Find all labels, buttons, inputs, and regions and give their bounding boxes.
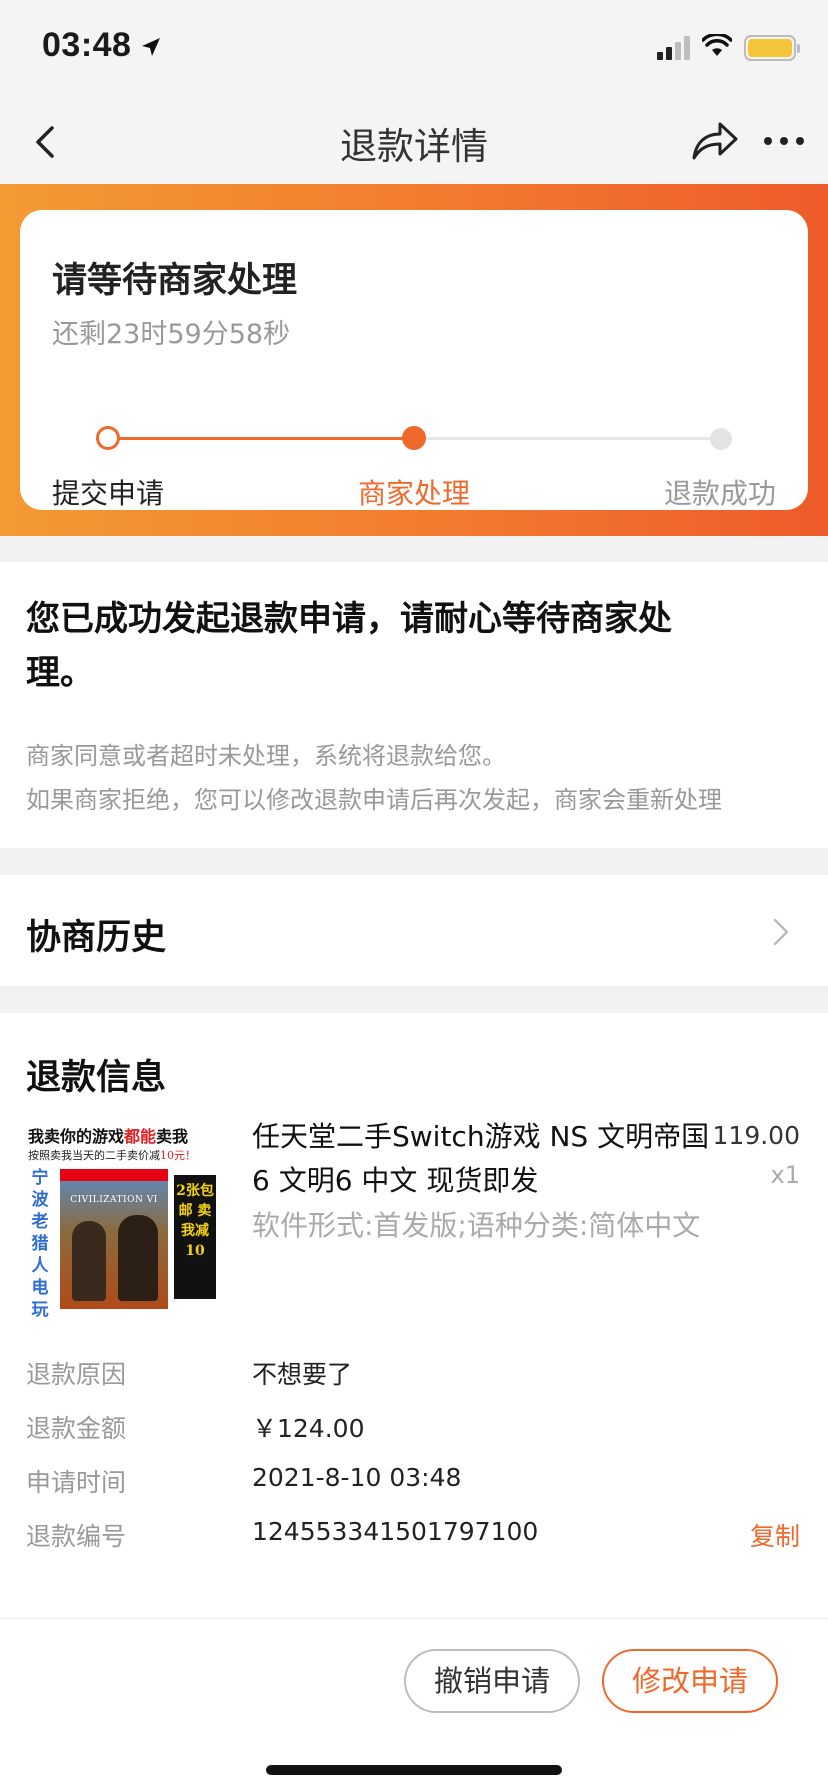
signal-icon (657, 36, 690, 60)
cover-figure (118, 1215, 158, 1301)
status-headline: 您已成功发起退款申请，请耐心等待商家处理。 (26, 599, 672, 693)
chevron-right-icon (770, 915, 792, 949)
refund-amount-value: ￥124.00 (252, 1414, 365, 1443)
share-icon[interactable] (690, 118, 740, 164)
progress-banner: 请等待商家处理 还剩23时59分58秒 提交申请 商家处理 退款成功 (0, 184, 828, 536)
product-image-shop-name: 宁波老猎人电玩 (31, 1168, 49, 1317)
refund-reason-label: 退款原因 (26, 1360, 127, 1389)
status-note-1: 商家同意或者超时未处理，系统将退款给您。 (26, 742, 506, 770)
product-image-headline: 我卖你的游戏都能卖我 (28, 1127, 189, 1146)
cancel-request-button[interactable]: 撤销申请 (404, 1649, 580, 1713)
step-label-success: 退款成功 (664, 477, 777, 510)
refund-info-section: 退款信息 我卖你的游戏都能卖我 按照卖我当天的二手卖价减10元！ 宁波老猎人电玩… (0, 1013, 828, 1618)
countdown-text: 还剩23时59分58秒 (52, 319, 291, 350)
nav-bar: 退款详情 (0, 100, 828, 184)
cover-figure (72, 1221, 106, 1301)
switch-logo-strip (60, 1169, 168, 1181)
bottom-action-bar: 撤销申请 修改申请 (0, 1618, 828, 1792)
step-label-submit: 提交申请 (52, 477, 165, 510)
negotiation-history-row[interactable]: 协商历史 (0, 875, 828, 986)
home-indicator (266, 1765, 562, 1775)
product-quantity: x1 (770, 1161, 800, 1189)
product-price: 119.00 (712, 1121, 800, 1150)
status-note-2: 如果商家拒绝，您可以修改退款申请后再次发起，商家会重新处理 (26, 786, 722, 814)
refund-number-label: 退款编号 (26, 1522, 127, 1551)
apply-time-value: 2021-8-10 03:48 (252, 1463, 462, 1492)
modify-request-button[interactable]: 修改申请 (602, 1649, 778, 1713)
battery-icon (744, 35, 800, 61)
step-dot-success (710, 428, 732, 450)
refund-amount-label: 退款金额 (26, 1414, 127, 1443)
wifi-icon (701, 32, 733, 62)
refund-info-title: 退款信息 (26, 1058, 167, 1098)
progress-title: 请等待商家处理 (52, 261, 298, 301)
product-image-subline: 按照卖我当天的二手卖价减10元！ (28, 1149, 196, 1162)
history-title: 协商历史 (26, 918, 167, 958)
status-message-section: 您已成功发起退款申请，请耐心等待商家处理。 商家同意或者超时未处理，系统将退款给… (0, 562, 828, 848)
step-dot-merchant (402, 426, 426, 450)
refund-reason-value: 不想要了 (252, 1360, 353, 1389)
location-arrow-icon (140, 36, 162, 62)
product-spec: 软件形式:首发版;语种分类:简体中文 (252, 1209, 701, 1242)
product-image[interactable]: 我卖你的游戏都能卖我 按照卖我当天的二手卖价减10元！ 宁波老猎人电玩 CIVI… (26, 1119, 220, 1317)
more-icon[interactable] (760, 126, 808, 156)
progress-track-done (116, 437, 422, 440)
copy-button[interactable]: 复制 (750, 1517, 800, 1553)
promo-badge: 2张包邮 卖我减10 (174, 1175, 216, 1299)
product-title[interactable]: 任天堂二手Switch游戏 NS 文明帝国6 文明6 中文 现货即发 (252, 1115, 712, 1203)
step-dot-submit (96, 426, 120, 450)
apply-time-label: 申请时间 (26, 1468, 127, 1497)
progress-card: 请等待商家处理 还剩23时59分58秒 提交申请 商家处理 退款成功 (20, 210, 808, 510)
step-label-merchant: 商家处理 (358, 477, 471, 510)
game-cover-art: CIVILIZATION VI (60, 1169, 168, 1309)
status-time: 03:48 (42, 26, 132, 64)
cover-title: CIVILIZATION VI (70, 1195, 158, 1205)
refund-number-value: 124553341501797100 (252, 1517, 539, 1546)
status-bar: 03:48 (0, 0, 828, 100)
